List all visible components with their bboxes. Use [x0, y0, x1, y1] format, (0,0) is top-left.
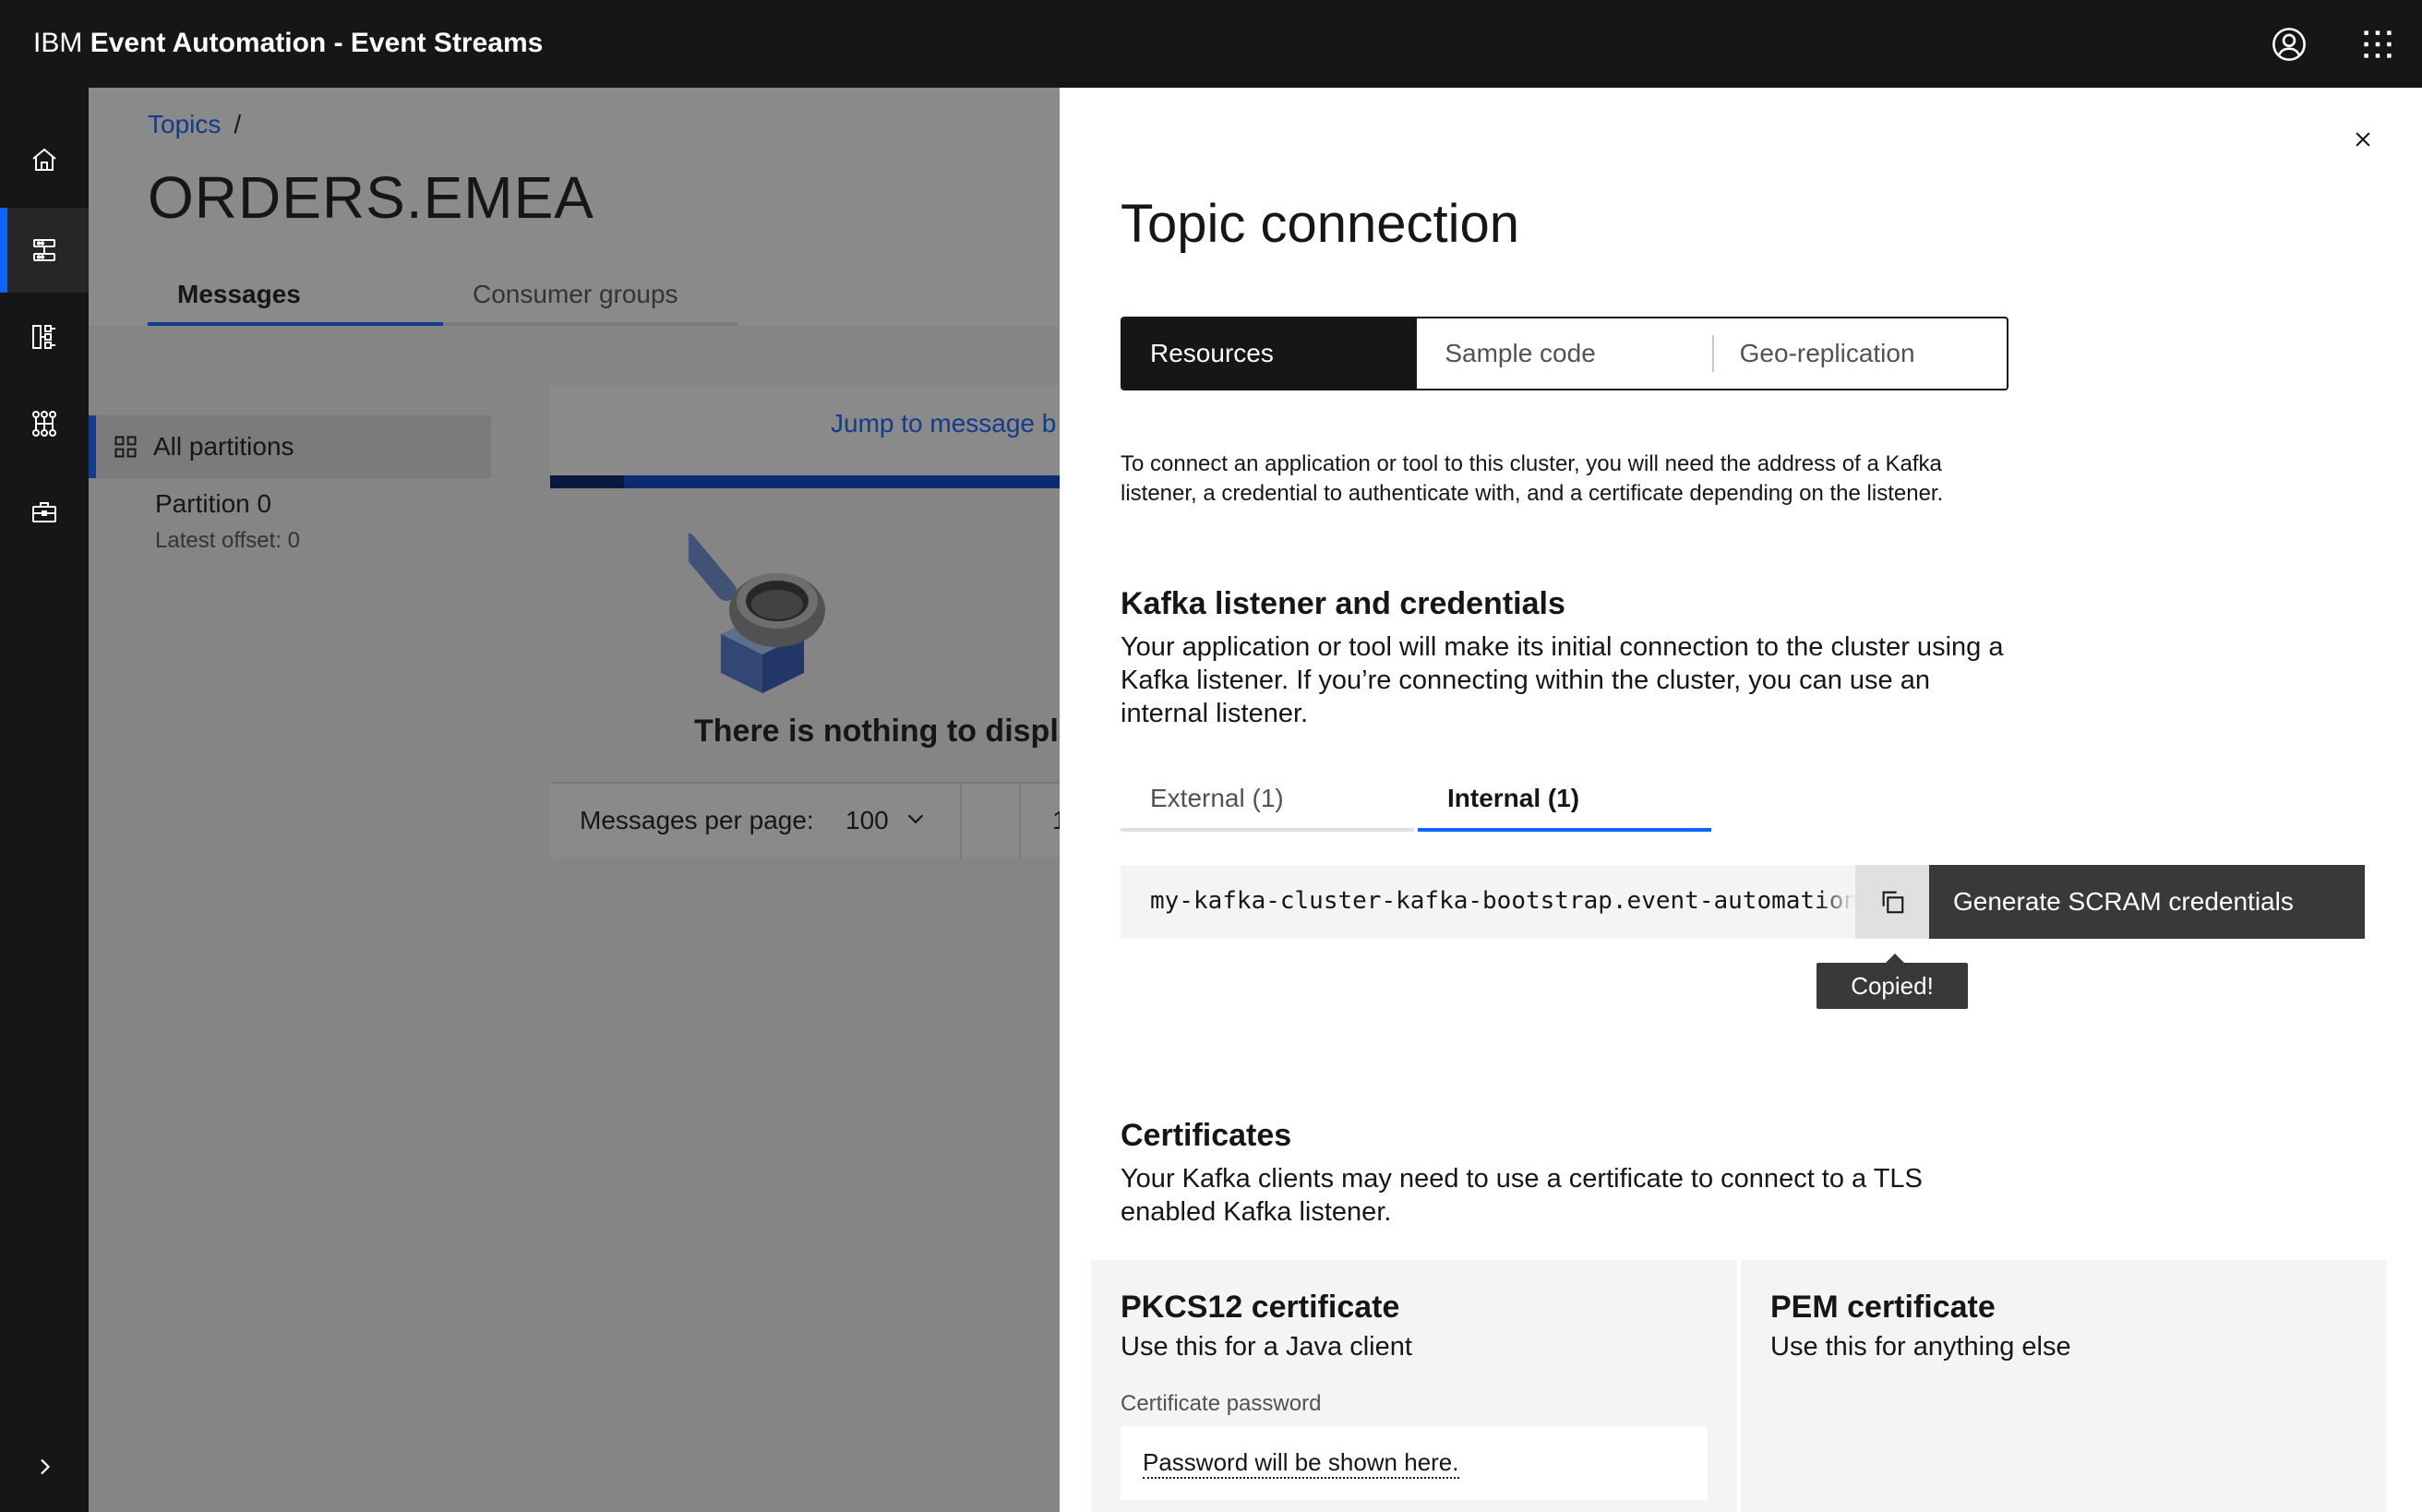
certificate-password-field[interactable]: Password will be shown here.	[1121, 1426, 1708, 1500]
tab-external-listener[interactable]: External (1)	[1121, 776, 1414, 832]
brand-name: Event Automation - Event Streams	[90, 28, 544, 58]
address-fade	[1818, 865, 1855, 939]
tooltip-caret	[1886, 954, 1904, 963]
certificates-heading: Certificates	[1121, 1118, 1292, 1153]
topic-connection-panel: Topic connection Resources Sample code G…	[1060, 88, 2422, 1512]
pkcs12-certificate-card: PKCS12 certificate Use this for a Java c…	[1091, 1260, 1737, 1512]
user-avatar-button[interactable]	[2265, 20, 2313, 68]
toolbox-icon	[32, 502, 56, 522]
nav-toolbox[interactable]	[0, 470, 89, 555]
certificates-description: Your Kafka clients may need to use a cer…	[1121, 1164, 1923, 1227]
nav-schemas[interactable]	[0, 294, 89, 379]
generate-scram-credentials-button[interactable]: Generate SCRAM credentials	[1929, 865, 2365, 939]
tab-internal-listener[interactable]: Internal (1)	[1418, 776, 1711, 832]
user-avatar-icon	[2272, 28, 2306, 61]
pkcs12-subtitle: Use this for a Java client	[1121, 1332, 1412, 1362]
nav-home[interactable]	[0, 117, 89, 202]
certificate-password-placeholder: Password will be shown here.	[1143, 1448, 1459, 1479]
top-header: IBM Event Automation - Event Streams	[0, 0, 2422, 88]
copy-icon	[1882, 891, 1904, 914]
chevron-right-icon	[41, 1458, 51, 1475]
brand-prefix: IBM	[33, 28, 83, 58]
switcher-sample-code[interactable]: Sample code	[1417, 318, 1711, 389]
app-switcher-button[interactable]	[2354, 20, 2402, 68]
copy-address-button[interactable]	[1855, 865, 1929, 939]
close-icon	[2356, 132, 2370, 147]
nav-expand-button[interactable]	[0, 1424, 89, 1509]
schemas-icon	[32, 325, 55, 349]
kafka-section-heading: Kafka listener and credentials	[1121, 586, 1565, 621]
listener-address-field[interactable]: my-kafka-cluster-kafka-bootstrap.event-a…	[1121, 865, 1855, 939]
kafka-section-description: Your application or tool will make its i…	[1121, 632, 2004, 728]
nav-topics[interactable]	[0, 208, 89, 293]
listener-address-value: my-kafka-cluster-kafka-bootstrap.event-a…	[1150, 887, 1855, 915]
intro-text: To connect an application or tool to thi…	[1121, 451, 1944, 506]
panel-title: Topic connection	[1121, 194, 1520, 254]
content-switcher: Resources Sample code Geo-replication	[1121, 317, 2008, 390]
switcher-geo-replication[interactable]: Geo-replication	[1711, 318, 2007, 389]
close-button[interactable]	[2339, 115, 2387, 163]
switcher-resources[interactable]: Resources	[1122, 318, 1418, 389]
consumer-groups-icon	[32, 411, 56, 437]
copied-tooltip: Copied!	[1816, 963, 1968, 1009]
pem-subtitle: Use this for anything else	[1770, 1332, 2071, 1362]
nav-consumer-groups[interactable]	[0, 381, 89, 466]
pkcs12-title: PKCS12 certificate	[1121, 1290, 1400, 1325]
certificate-password-label: Certificate password	[1121, 1391, 1322, 1416]
topics-icon	[33, 239, 55, 261]
home-icon	[32, 148, 56, 171]
app-switcher-icon	[2364, 30, 2392, 58]
side-nav-rail	[0, 88, 89, 1512]
modal-overlay[interactable]	[89, 88, 1060, 1512]
pem-certificate-card: PEM certificate Use this for anything el…	[1741, 1260, 2387, 1512]
app-brand[interactable]: IBM Event Automation - Event Streams	[33, 28, 543, 59]
pem-title: PEM certificate	[1770, 1290, 1996, 1325]
